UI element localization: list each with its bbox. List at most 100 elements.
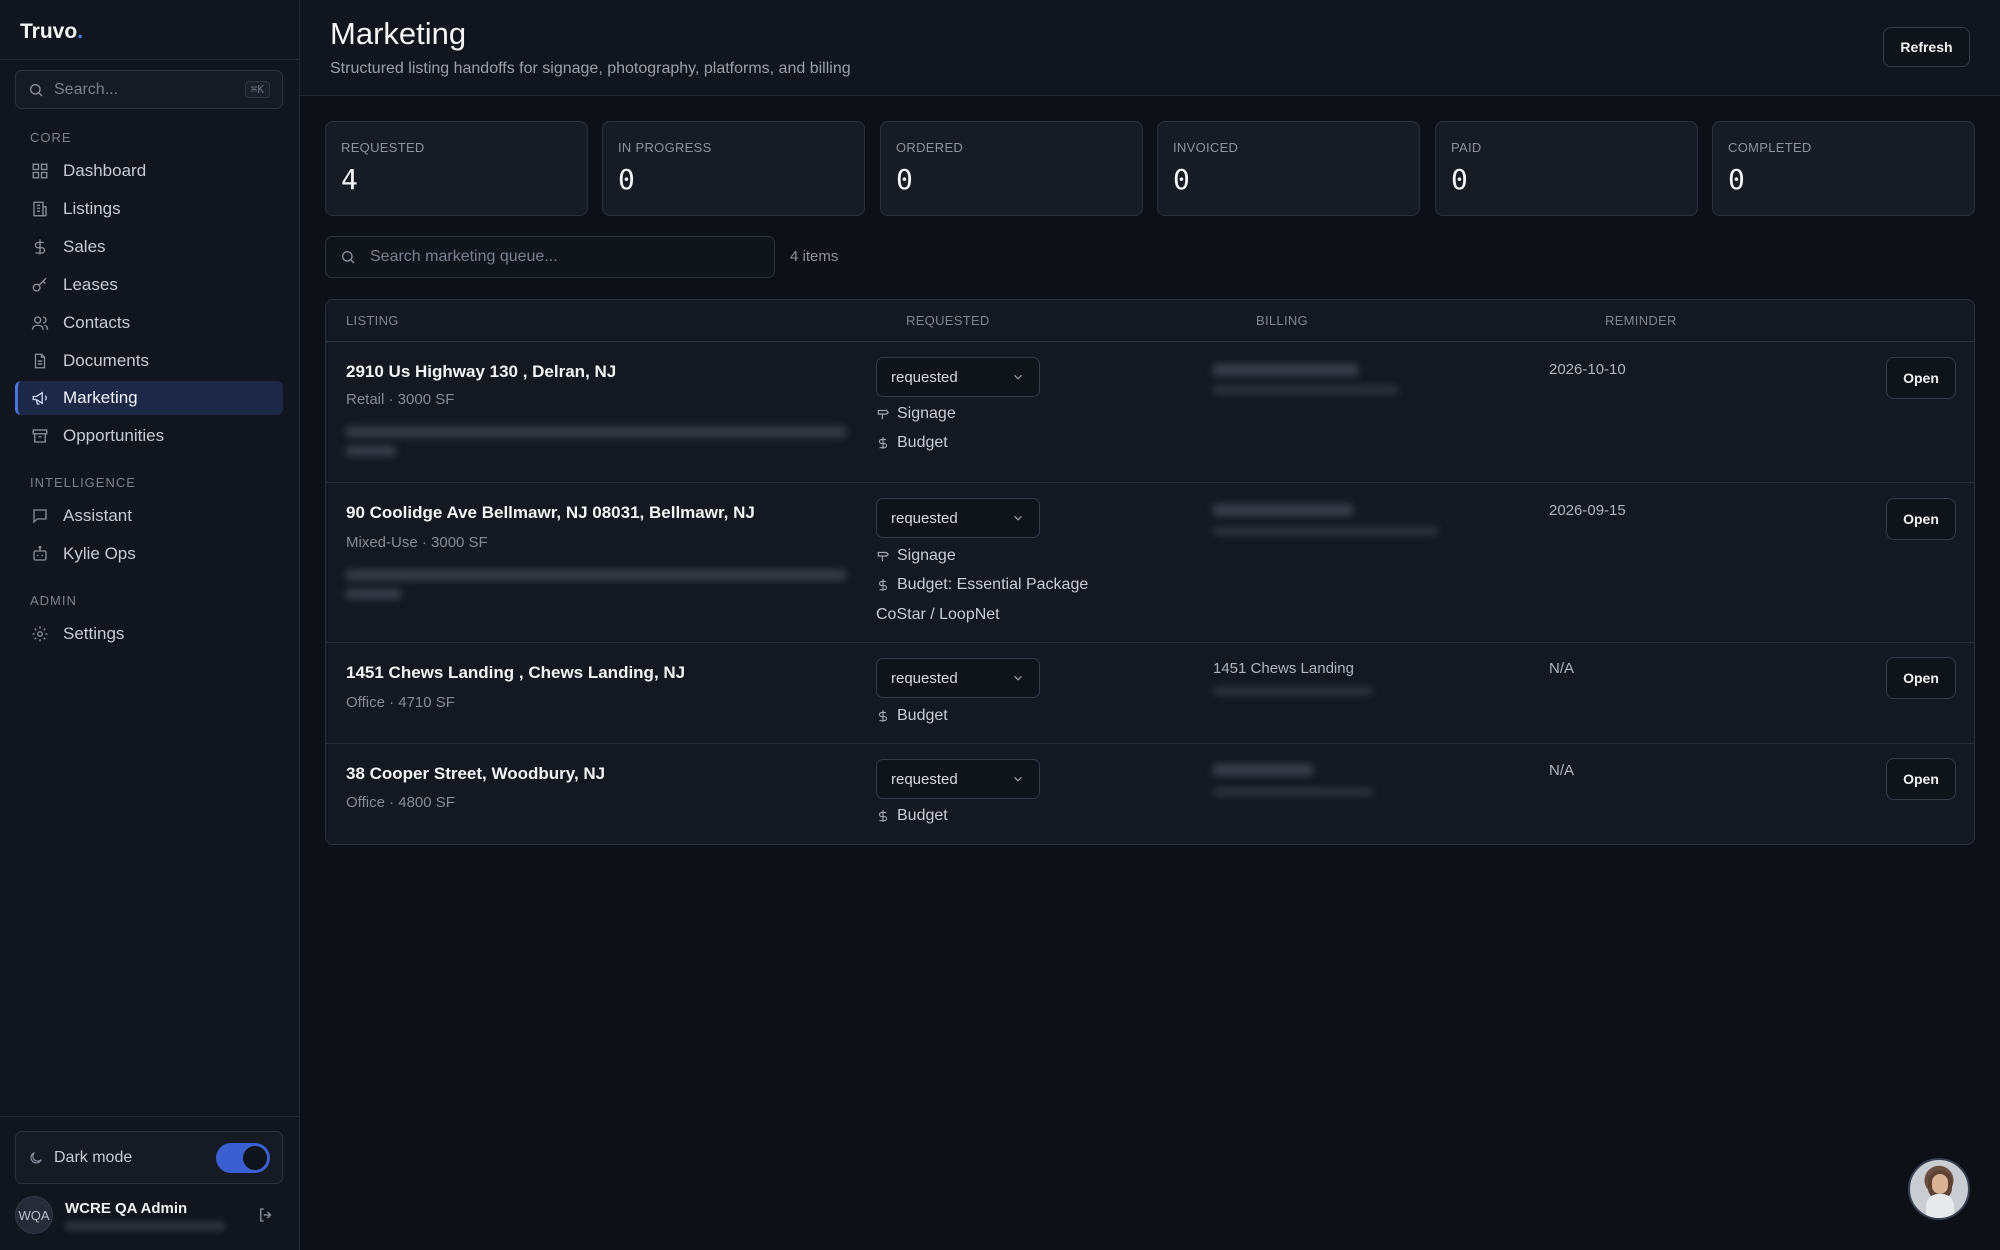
chevron-down-icon	[1014, 776, 1022, 782]
open-button[interactable]: Open	[1886, 357, 1956, 399]
sidebar-item-listings[interactable]: Listings	[15, 192, 283, 226]
listing-address[interactable]: 1451 Chews Landing , Chews Landing, NJ	[346, 663, 685, 683]
table-row: 90 Coolidge Ave Bellmawr, NJ 08031, Bell…	[326, 483, 1974, 643]
search-icon	[30, 83, 43, 96]
open-button[interactable]: Open	[1886, 498, 1956, 540]
sidebar-item-contacts[interactable]: Contacts	[15, 306, 283, 340]
reminder-date: 2026-09-15	[1549, 502, 1626, 519]
reminder-date: N/A	[1549, 762, 1575, 779]
sidebar-item-label: Assistant	[63, 506, 132, 525]
table-header: LISTING REQUESTED BILLING REMINDER	[326, 300, 1974, 342]
marketing-queue-table: LISTING REQUESTED BILLING REMINDER 2910 …	[325, 299, 1975, 845]
key-icon	[32, 277, 47, 292]
tag-label: Budget	[897, 807, 948, 824]
dollar-icon	[878, 579, 888, 591]
tag-budget: Budget: Essential Package	[876, 576, 1088, 594]
bot-icon	[33, 545, 47, 561]
sidebar-item-settings[interactable]: Settings	[15, 617, 283, 651]
status-select[interactable]: requested	[876, 498, 1040, 538]
sidebar-search-placeholder: Search...	[54, 80, 119, 98]
billing-name: 1451 Chews Landing	[1213, 660, 1354, 677]
dollar-icon	[878, 710, 888, 722]
reminder-date: N/A	[1549, 660, 1575, 677]
sidebar-item-label: Sales	[63, 237, 106, 256]
stat-card-paid: PAID 0	[1435, 121, 1698, 216]
sidebar-item-documents[interactable]: Documents	[15, 344, 283, 378]
tag-budget: Budget	[876, 807, 948, 825]
listing-meta: Retail · 3000 SF	[346, 391, 455, 408]
logout-icon[interactable]	[257, 1206, 275, 1224]
items-count: 4 items	[790, 248, 839, 265]
status-select[interactable]: requested	[876, 357, 1040, 397]
brand-dot: .	[77, 20, 84, 43]
sidebar-item-sales[interactable]: Sales	[15, 230, 283, 264]
sidebar-item-kylie-ops[interactable]: Kylie Ops	[15, 537, 283, 571]
billing-redacted	[1213, 788, 1373, 796]
brand-logo[interactable]: Truvo.	[0, 0, 299, 60]
listing-address[interactable]: 38 Cooper Street, Woodbury, NJ	[346, 764, 605, 784]
refresh-button[interactable]: Refresh	[1883, 27, 1970, 67]
status-select[interactable]: requested	[876, 759, 1040, 799]
assistant-avatar-button[interactable]	[1908, 1158, 1970, 1220]
queue-search-input[interactable]: Search marketing queue...	[325, 236, 775, 278]
sidebar-item-marketing[interactable]: Marketing	[15, 381, 283, 415]
stat-label: ORDERED	[896, 140, 964, 155]
billing-redacted	[1213, 504, 1353, 516]
tag-signage: Signage	[876, 405, 956, 423]
listing-address[interactable]: 2910 Us Highway 130 , Delran, NJ	[346, 362, 616, 382]
stat-label: INVOICED	[1173, 140, 1239, 155]
dollar-icon	[878, 437, 888, 449]
listing-address[interactable]: 90 Coolidge Ave Bellmawr, NJ 08031, Bell…	[346, 503, 755, 523]
tag-platforms: CoStar / LoopNet	[876, 606, 1000, 624]
listing-notes-redacted	[346, 589, 401, 599]
stat-label: REQUESTED	[341, 140, 425, 155]
signpost-icon	[877, 551, 890, 562]
open-button[interactable]: Open	[1886, 758, 1956, 800]
sidebar-item-label: Settings	[63, 624, 125, 643]
grid-icon	[32, 163, 48, 179]
billing-redacted	[1213, 687, 1373, 695]
user-profile[interactable]: WQA WCRE QA Admin	[15, 1195, 283, 1235]
billing-redacted	[1213, 527, 1438, 535]
sidebar-search-input[interactable]: Search... ⌘K	[15, 70, 283, 109]
nav-section-core: CORE	[30, 130, 72, 145]
users-icon	[31, 316, 49, 330]
listing-notes-redacted	[346, 427, 846, 437]
stat-label: COMPLETED	[1728, 140, 1812, 155]
stat-card-in-progress: IN PROGRESS 0	[602, 121, 865, 216]
sidebar-item-label: Leases	[63, 275, 118, 294]
sidebar-item-label: Marketing	[63, 388, 138, 407]
column-header-listing: LISTING	[346, 313, 399, 328]
stat-value: 0	[1728, 163, 1745, 196]
status-select[interactable]: requested	[876, 658, 1040, 698]
tag-label: Budget	[897, 707, 948, 724]
stat-value: 0	[618, 163, 635, 196]
stat-label: PAID	[1451, 140, 1482, 155]
sidebar-item-opportunities[interactable]: Opportunities	[15, 419, 283, 453]
avatar-body	[1926, 1194, 1954, 1218]
signpost-icon	[877, 409, 890, 420]
tag-budget: Budget	[876, 434, 948, 452]
dark-mode-toggle[interactable]	[216, 1142, 270, 1173]
status-select-value: requested	[891, 368, 958, 386]
stat-value: 4	[341, 163, 358, 196]
column-header-reminder: REMINDER	[1605, 313, 1677, 328]
open-button[interactable]: Open	[1886, 657, 1956, 699]
status-select-value: requested	[891, 770, 958, 788]
dark-mode-label: Dark mode	[54, 1148, 133, 1166]
user-email-redacted	[65, 1220, 225, 1231]
stat-card-ordered: ORDERED 0	[880, 121, 1143, 216]
sidebar-item-leases[interactable]: Leases	[15, 268, 283, 302]
tag-label: Signage	[897, 405, 956, 422]
tag-label: CoStar / LoopNet	[876, 606, 1000, 623]
sidebar-item-assistant[interactable]: Assistant	[15, 499, 283, 533]
status-select-value: requested	[891, 669, 958, 687]
chat-icon	[33, 509, 47, 524]
billing-redacted	[1213, 364, 1358, 376]
sidebar-item-label: Contacts	[63, 313, 131, 332]
tag-budget: Budget	[876, 707, 948, 725]
sidebar-item-dashboard[interactable]: Dashboard	[15, 154, 283, 188]
stat-value: 0	[1451, 163, 1468, 196]
page-header: Marketing Structured listing handoffs fo…	[300, 0, 2000, 96]
user-name: WCRE QA Admin	[65, 1199, 188, 1217]
